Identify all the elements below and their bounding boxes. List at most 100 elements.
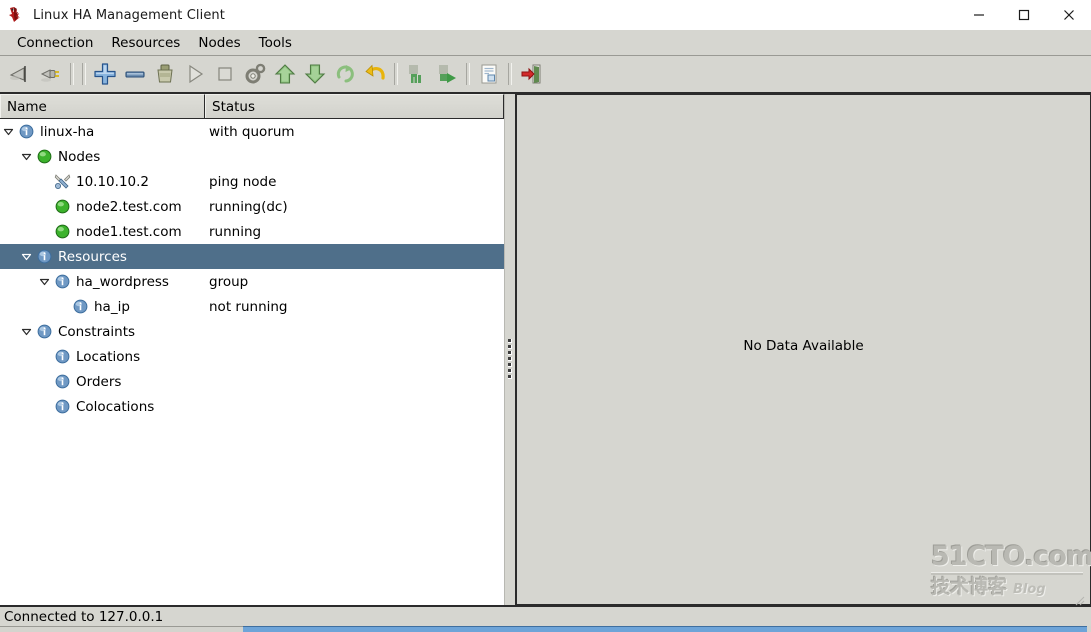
tree-row-label: Constraints (58, 323, 136, 340)
tree-row-status: ping node (209, 173, 277, 190)
activate-icon[interactable] (432, 59, 462, 89)
watermark-blog: Blog (1013, 582, 1046, 597)
menu-bar: Connection Resources Nodes Tools (0, 30, 1091, 56)
taskbar-left (0, 626, 243, 632)
tree-rows-container: linux-ha with quorum Nodes 10.10.10.2 ping n… (0, 119, 504, 605)
tree-row[interactable]: Constraints (0, 319, 504, 344)
disconnect-icon[interactable] (36, 59, 66, 89)
status-message: Connected to 127.0.0.1 (4, 608, 164, 625)
tools-icon (52, 172, 72, 192)
tree-row-label: Colocations (76, 398, 155, 415)
tree-row-name-cell: ha_ip (0, 294, 205, 319)
cleanup-icon[interactable] (150, 59, 180, 89)
tree-row-label: Resources (58, 248, 127, 265)
separator-1 (70, 63, 74, 85)
maximize-icon[interactable] (1001, 0, 1046, 30)
main-split-pane: Name Status linux-ha with quorum Nodes 10.1… (0, 94, 1091, 606)
migrate-down-icon[interactable] (300, 59, 330, 89)
tree-row-status: running (209, 223, 262, 240)
tree-row[interactable]: linux-ha with quorum (0, 119, 504, 144)
watermark-site: 51CTO.com (931, 541, 1091, 572)
tree-row[interactable]: Resources (0, 244, 504, 269)
tree-row[interactable]: Locations (0, 344, 504, 369)
tree-row[interactable]: ha_wordpress group (0, 269, 504, 294)
green-ball-icon (34, 147, 54, 167)
menu-item-tools[interactable]: Tools (250, 32, 301, 54)
menu-item-connection[interactable]: Connection (8, 32, 102, 54)
menu-item-resources[interactable]: Resources (102, 32, 189, 54)
tree-no-twisty (36, 169, 52, 194)
minimize-icon[interactable] (956, 0, 1001, 30)
menu-item-nodes[interactable]: Nodes (189, 32, 249, 54)
desktop-taskbar-strip (0, 626, 1091, 632)
stop-icon[interactable] (210, 59, 240, 89)
toolbar (0, 56, 1091, 94)
column-header-name[interactable]: Name (0, 94, 205, 118)
tree-no-twisty (36, 394, 52, 419)
window-controls (956, 0, 1091, 30)
tree-row-status: group (209, 273, 249, 290)
tree-row-name-cell: node2.test.com (0, 194, 205, 219)
tree-row-name-cell: Resources (0, 244, 205, 269)
window-title: Linux HA Management Client (33, 7, 225, 23)
migrate-up-icon[interactable] (270, 59, 300, 89)
taskbar-right (1087, 626, 1091, 632)
start-icon[interactable] (180, 59, 210, 89)
remove-icon[interactable] (120, 59, 150, 89)
chevron-down-icon[interactable] (18, 144, 34, 169)
tree-row-name-cell: ha_wordpress (0, 269, 205, 294)
tree-row-status: with quorum (209, 123, 295, 140)
tree-no-twisty (36, 344, 52, 369)
chevron-down-icon[interactable] (36, 269, 52, 294)
tree-row[interactable]: Colocations (0, 394, 504, 419)
add-icon[interactable] (90, 59, 120, 89)
standby-icon[interactable] (402, 59, 432, 89)
green-ball-icon (52, 197, 72, 217)
refresh-icon[interactable] (330, 59, 360, 89)
tree-row[interactable]: ha_ip not running (0, 294, 504, 319)
taskbar-active-window[interactable] (243, 626, 1087, 632)
tree-column-headers: Name Status (0, 94, 504, 119)
tree-row[interactable]: node2.test.com running(dc) (0, 194, 504, 219)
tree-row-label: Locations (76, 348, 141, 365)
tree-row-status: running(dc) (209, 198, 288, 215)
tree-row[interactable]: 10.10.10.2 ping node (0, 169, 504, 194)
info-icon (16, 122, 36, 142)
close-icon[interactable] (1046, 0, 1091, 30)
tree-row-name-cell: 10.10.10.2 (0, 169, 205, 194)
status-bar: Connected to 127.0.0.1 (0, 605, 1091, 626)
splitter-grip-icon[interactable] (508, 339, 512, 379)
exit-icon[interactable] (516, 59, 546, 89)
tree-row[interactable]: Orders (0, 369, 504, 394)
cluster-tree-panel: Name Status linux-ha with quorum Nodes 10.1… (0, 94, 505, 605)
tree-row[interactable]: Nodes (0, 144, 504, 169)
pane-splitter[interactable] (505, 94, 515, 605)
tree-row-label: node2.test.com (76, 198, 182, 215)
green-ball-icon (52, 222, 72, 242)
chevron-down-icon[interactable] (18, 319, 34, 344)
info-icon (52, 397, 72, 417)
info-icon (52, 372, 72, 392)
manage-icon[interactable] (240, 59, 270, 89)
separator-3 (466, 63, 470, 85)
application-window: Linux HA Management Client Connection Re… (0, 0, 1091, 632)
undo-icon[interactable] (360, 59, 390, 89)
linux-ha-logo-icon (5, 4, 27, 26)
separator-1b (82, 63, 86, 85)
info-icon (52, 347, 72, 367)
chevron-down-icon[interactable] (0, 119, 16, 144)
column-header-status[interactable]: Status (205, 94, 504, 118)
document-icon[interactable] (474, 59, 504, 89)
connect-icon[interactable] (6, 59, 36, 89)
info-icon (70, 297, 90, 317)
tree-row-label: node1.test.com (76, 223, 182, 240)
tree-row-label: ha_wordpress (76, 273, 169, 290)
tree-row[interactable]: node1.test.com running (0, 219, 504, 244)
watermark-subtitle-row: 技术博客 Blog (931, 577, 1086, 598)
info-icon (52, 272, 72, 292)
tree-no-twisty (36, 369, 52, 394)
tree-row-label: ha_ip (94, 298, 130, 315)
chevron-down-icon[interactable] (18, 244, 34, 269)
watermark: 51CTO.com 技术博客 Blog (931, 541, 1091, 606)
watermark-chinese: 技术博客 (931, 576, 1008, 598)
